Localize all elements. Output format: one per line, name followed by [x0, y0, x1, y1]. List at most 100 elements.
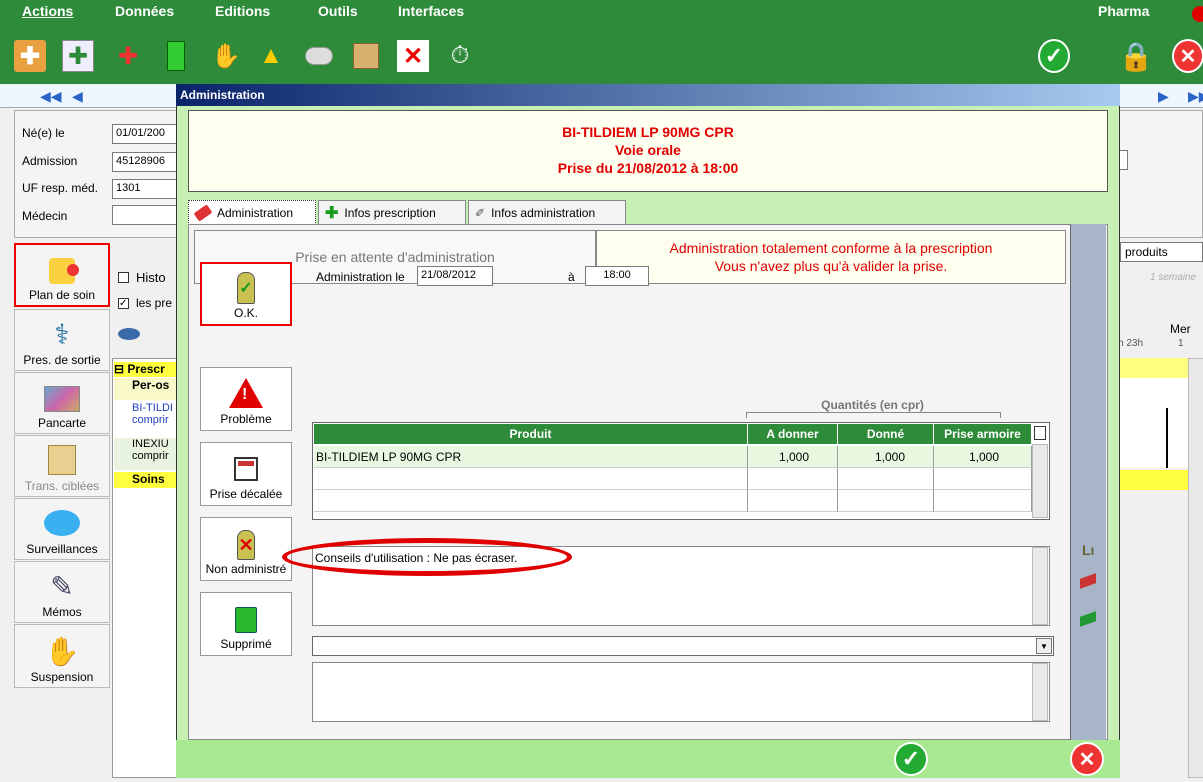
- th-a-donner[interactable]: A donner: [748, 424, 838, 444]
- cancel-icon[interactable]: ✕: [1172, 39, 1203, 73]
- green-book-icon[interactable]: [160, 40, 192, 72]
- warning-worker-icon[interactable]: ▲: [255, 40, 287, 72]
- menu-outils[interactable]: Outils: [318, 3, 358, 19]
- les-pre-label: les pre: [136, 296, 173, 310]
- table-row-empty[interactable]: [748, 490, 838, 512]
- uf-field[interactable]: 1301: [112, 179, 182, 199]
- tree-bitildi-row[interactable]: BI-TILDI comprir: [114, 402, 178, 434]
- dialog-cancel-button[interactable]: ✕: [1070, 742, 1104, 776]
- pancarte-label: Pancarte: [37, 416, 87, 430]
- ok-button[interactable]: ✓ O.K.: [200, 262, 292, 326]
- comment-select-arrow-icon[interactable]: ▼: [1036, 638, 1052, 654]
- drug-route: Voie orale: [615, 142, 681, 158]
- first-page-icon[interactable]: ◀◀: [40, 88, 62, 105]
- lock-icon[interactable]: 🔒: [1119, 40, 1154, 72]
- comment-scrollbar[interactable]: [1032, 663, 1048, 721]
- tab-administration-label: Administration: [217, 205, 294, 220]
- menu-close-dot-icon[interactable]: [1192, 6, 1203, 22]
- table-trash-icon[interactable]: [1034, 426, 1046, 440]
- non-administre-button[interactable]: ✕ Non administré: [200, 517, 292, 581]
- prev-page-icon[interactable]: ◀: [72, 88, 83, 105]
- delete-doc-icon[interactable]: ✕: [397, 40, 429, 72]
- document-plus-icon[interactable]: ✚: [62, 40, 94, 72]
- comment-select[interactable]: [312, 636, 1054, 656]
- tree-soins-row[interactable]: Soins: [114, 472, 178, 488]
- admin-time-field[interactable]: 18:00: [585, 266, 649, 286]
- validate-icon[interactable]: ✓: [1038, 39, 1070, 73]
- tree-prescr-row[interactable]: ⊟ Prescr: [114, 362, 178, 377]
- home-plus-icon[interactable]: ✚: [14, 40, 46, 72]
- th-prise-armoire[interactable]: Prise armoire: [934, 424, 1032, 444]
- suspension-button[interactable]: ✋ Suspension: [14, 624, 110, 688]
- table-row-empty[interactable]: [838, 490, 934, 512]
- cell-a-donner[interactable]: 1,000: [748, 446, 838, 468]
- table-row-empty[interactable]: [314, 468, 748, 490]
- tree-inexiu-row[interactable]: INEXIU comprir: [114, 438, 178, 470]
- menu-actions[interactable]: Actions: [22, 3, 73, 19]
- born-label: Né(e) le: [22, 126, 65, 140]
- pres-sortie-button[interactable]: ⚕ Pres. de sortie: [14, 309, 110, 371]
- hand-icon[interactable]: ✋: [210, 40, 242, 72]
- admission-field[interactable]: 45128906: [112, 152, 182, 172]
- cell-armoire[interactable]: 1,000: [934, 446, 1032, 468]
- table-row-empty[interactable]: [748, 468, 838, 490]
- pill-icon[interactable]: [303, 40, 335, 72]
- menu-donnees[interactable]: Données: [115, 3, 174, 19]
- probleme-button[interactable]: ! Problème: [200, 367, 292, 431]
- plan-de-soin-button[interactable]: Plan de soin: [14, 243, 110, 307]
- cell-donne[interactable]: 1,000: [838, 446, 934, 468]
- pancarte-button[interactable]: Pancarte: [14, 372, 110, 434]
- table-row[interactable]: BI-TILDIEM LP 90MG CPR: [314, 446, 748, 468]
- menu-editions[interactable]: Editions: [215, 3, 270, 19]
- table-row-empty[interactable]: [934, 468, 1032, 490]
- speech-bubble-icon: [44, 510, 80, 536]
- quantites-bracket: [746, 412, 1001, 418]
- cross-tool-icon[interactable]: ✚: [112, 40, 144, 72]
- stats-icon[interactable]: Lı: [1082, 542, 1094, 558]
- surveillances-button[interactable]: Surveillances: [14, 498, 110, 560]
- les-pre-checkbox[interactable]: ✓: [118, 298, 129, 309]
- menu-pharma[interactable]: Pharma: [1098, 3, 1149, 19]
- semaine-label[interactable]: 1 semaine: [1150, 272, 1196, 283]
- memos-button[interactable]: ✎ Mémos: [14, 561, 110, 623]
- next-page-icon[interactable]: ▶: [1158, 88, 1169, 105]
- status-right-line1: Administration totalement conforme à la …: [669, 240, 993, 256]
- produits-select[interactable]: produits: [1120, 242, 1203, 262]
- folder-icon: [48, 445, 76, 475]
- drug-name: BI-TILDIEM LP 90MG CPR: [562, 124, 734, 140]
- table-row-empty[interactable]: [314, 490, 748, 512]
- cell-a-donner-text: 1,000: [778, 449, 809, 464]
- stopwatch-icon[interactable]: ⏱: [444, 40, 476, 72]
- non-admin-person-icon: ✕: [237, 530, 255, 560]
- tab-administration[interactable]: Administration: [188, 200, 316, 225]
- tab-infos-administration[interactable]: ✐ Infos administration: [468, 200, 626, 225]
- table-scrollbar[interactable]: [1032, 444, 1048, 518]
- th-produit[interactable]: Produit: [314, 424, 748, 444]
- menu-interfaces[interactable]: Interfaces: [398, 3, 464, 19]
- histo-checkbox[interactable]: [118, 272, 129, 283]
- born-field[interactable]: 01/01/200: [112, 124, 182, 144]
- eye-icon[interactable]: [118, 328, 140, 340]
- admin-date-field[interactable]: 21/08/2012: [417, 266, 493, 286]
- last-page-icon[interactable]: ▶▶: [1188, 88, 1203, 105]
- timeline-scrollbar[interactable]: [1188, 358, 1203, 778]
- tree-peros-row[interactable]: Per-os: [114, 378, 178, 400]
- conseils-scrollbar[interactable]: [1032, 547, 1048, 625]
- supprime-button[interactable]: Supprimé: [200, 592, 292, 656]
- tab-infos-prescription[interactable]: ✚ Infos prescription: [318, 200, 466, 225]
- table-row-empty[interactable]: [934, 490, 1032, 512]
- dialog-titlebar[interactable]: [176, 84, 1120, 106]
- medecin-field[interactable]: [112, 205, 182, 225]
- cell-donne-text: 1,000: [874, 449, 905, 464]
- dialog-right-column: [1070, 224, 1106, 740]
- susp-label: Suspension: [30, 670, 94, 684]
- syringe-icon: ✐: [475, 206, 486, 220]
- th-donne[interactable]: Donné: [838, 424, 934, 444]
- status-right: Administration totalement conforme à la …: [596, 230, 1066, 284]
- table-row-empty[interactable]: [838, 468, 934, 490]
- comment-textarea[interactable]: [312, 662, 1050, 722]
- box-icon[interactable]: [350, 40, 382, 72]
- dialog-validate-button[interactable]: ✓: [894, 742, 928, 776]
- prise-decalee-button[interactable]: Prise décalée: [200, 442, 292, 506]
- trans-ciblees-button[interactable]: Trans. ciblées: [14, 435, 110, 497]
